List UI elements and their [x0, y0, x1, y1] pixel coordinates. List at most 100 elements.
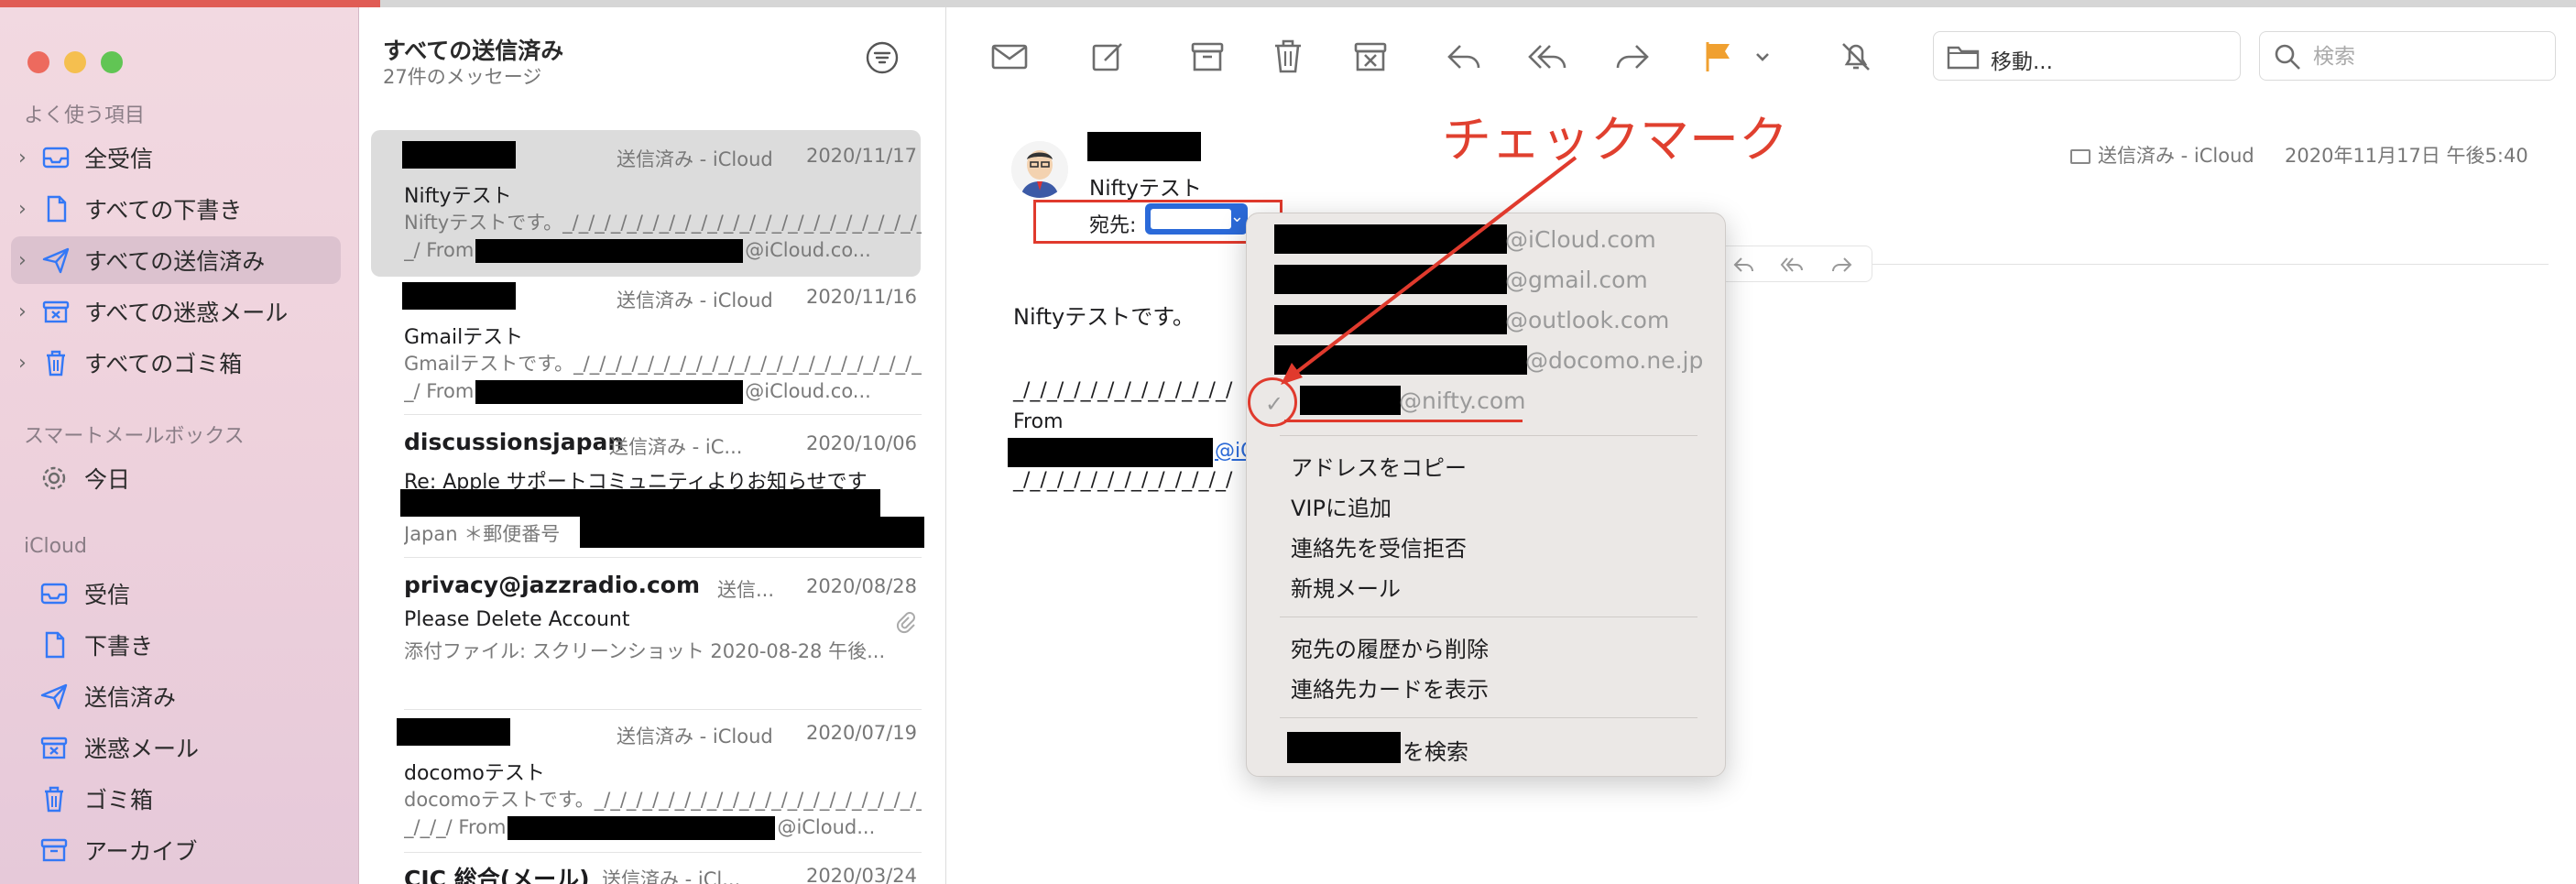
trash-icon	[38, 783, 70, 814]
get-mail-button[interactable]	[988, 35, 1031, 79]
row-divider	[404, 709, 922, 710]
message-row[interactable]: 送信済み - iCloud 2020/07/19 docomoテスト docom…	[378, 709, 928, 856]
message-preview-line2: _/ From @iCloud.co...	[404, 377, 922, 405]
message-mailbox: 送信済み - iCloud	[617, 726, 773, 748]
mail-body-signature: _/_/_/_/_/_/_/_/_/_/_/_/_/	[1013, 379, 1233, 402]
compose-button[interactable]	[1086, 35, 1130, 79]
chevron-right-icon[interactable]: ›	[18, 352, 27, 375]
menu-divider	[1280, 435, 1697, 436]
inbox-icon	[38, 578, 70, 609]
forward-button[interactable]	[1610, 35, 1654, 79]
forward-icon[interactable]	[1829, 254, 1853, 276]
junk-button[interactable]	[1348, 35, 1392, 79]
message-mailbox: 送信済み - iC...	[609, 436, 743, 458]
preview-text: _/ From	[404, 380, 475, 402]
section-favorites: よく使う項目	[24, 104, 146, 127]
redacted-address	[1287, 732, 1401, 763]
message-row[interactable]: 送信済み - iCloud 2020/11/17 Niftyテスト Niftyテ…	[371, 130, 928, 277]
redacted-address	[508, 816, 776, 840]
menu-item-new-mail[interactable]: 新規メール	[1291, 571, 1401, 603]
mail-body-from: From	[1013, 410, 1064, 433]
flag-button[interactable]	[1697, 35, 1741, 79]
preview-text-tail: @iCloud.co...	[745, 239, 871, 261]
zoom-window-button[interactable]	[101, 51, 123, 73]
reply-icon[interactable]	[1732, 254, 1756, 276]
sidebar-item-today[interactable]: 今日	[0, 454, 359, 502]
message-mailbox: 送信済み - iCloud	[617, 289, 773, 311]
menu-item-address[interactable]: @iCloud.com	[1505, 226, 1656, 253]
bell-slash-icon	[1842, 43, 1870, 71]
sidebar-item-label: 送信済み	[84, 684, 177, 711]
archive-button[interactable]	[1185, 35, 1229, 79]
message-date: 2020/08/28	[805, 575, 917, 597]
sidebar-item-all-sent[interactable]: › すべての送信済み	[0, 236, 359, 284]
message-row[interactable]: CIC 総合(メール) 送信済み - iCl... 2020/03/24	[378, 852, 928, 884]
filter-icon[interactable]	[864, 39, 901, 76]
message-preview-line2: _/ From @iCloud.co...	[404, 236, 922, 264]
sidebar-item-all-trash[interactable]: › すべてのゴミ箱	[0, 339, 359, 387]
chevron-right-icon[interactable]: ›	[18, 249, 27, 272]
redacted-address	[1274, 305, 1507, 334]
redacted-address	[475, 239, 744, 263]
reply-all-button[interactable]	[1526, 35, 1570, 79]
message-date: 2020/07/19	[805, 722, 917, 744]
menu-item-search[interactable]: を検索	[1403, 734, 1468, 766]
folder-icon	[2070, 149, 2090, 164]
mail-body-signature: _/_/_/_/_/_/_/_/_/_/_/_/_/	[1013, 469, 1233, 492]
inbox-icon	[40, 142, 71, 173]
menu-item-address[interactable]: @docomo.ne.jp	[1525, 347, 1703, 374]
inline-reply-actions	[1717, 246, 1872, 282]
mail-mailbox: 送信済み - iCloud	[2070, 141, 2254, 169]
message-date: 2020/03/24	[805, 865, 917, 884]
sidebar-item-junk[interactable]: 迷惑メール	[0, 724, 359, 771]
sidebar-item-label: 全受信	[84, 146, 154, 172]
sidebar-item-sent[interactable]: 送信済み	[0, 672, 359, 720]
sidebar-item-all-junk[interactable]: › すべての迷惑メール	[0, 288, 359, 335]
sidebar-item-archive[interactable]: アーカイブ	[0, 826, 359, 874]
menu-item-block-contact[interactable]: 連絡先を受信拒否	[1291, 530, 1467, 562]
sidebar-item-label: すべての下書き	[84, 197, 243, 224]
menu-item-copy-address[interactable]: アドレスをコピー	[1291, 450, 1467, 482]
reply-all-icon[interactable]	[1780, 254, 1804, 276]
to-label: 宛先:	[1089, 214, 1137, 237]
message-row[interactable]: 送信済み - iCloud 2020/11/16 Gmailテスト Gmailテ…	[378, 282, 928, 420]
move-to-mailbox-button[interactable]: 移動...	[1933, 31, 2241, 81]
sidebar-item-inbox[interactable]: 受信	[0, 570, 359, 617]
chevron-right-icon[interactable]: ›	[18, 198, 27, 221]
sidebar-item-all-inboxes[interactable]: › 全受信	[0, 134, 359, 181]
minimize-window-button[interactable]	[64, 51, 86, 73]
reply-icon	[1447, 45, 1480, 69]
sidebar-item-label: すべてのゴミ箱	[84, 351, 243, 377]
message-row[interactable]: discussionsjapan 送信済み - iC... 2020/10/06…	[378, 429, 928, 558]
message-row[interactable]: privacy@jazzradio.com 送信... 2020/08/28 P…	[378, 572, 928, 700]
chevron-right-icon[interactable]: ›	[18, 300, 27, 323]
search-input[interactable]	[2313, 43, 2542, 71]
message-subject: docomoテスト	[404, 762, 545, 785]
chevron-right-icon[interactable]: ›	[18, 147, 27, 169]
menu-item-address[interactable]: @outlook.com	[1505, 307, 1669, 333]
recipient-token-text	[1151, 209, 1231, 229]
menu-item-address[interactable]: @gmail.com	[1505, 267, 1648, 293]
message-mailbox: 送信済み - iCl...	[602, 868, 741, 884]
menu-item-address-selected[interactable]: @nifty.com	[1399, 387, 1526, 414]
menu-item-add-vip[interactable]: VIPに追加	[1291, 490, 1392, 522]
message-preview: Niftyテストです。_/_/_/_/_/_/_/_/_/_/_/_/_/_/_…	[404, 212, 922, 234]
trash-icon	[40, 347, 71, 378]
sidebar-item-trash[interactable]: ゴミ箱	[0, 775, 359, 823]
reading-pane: Niftyテスト 宛先: ⌄ 送信済み - iCloud 2020年11月17日…	[947, 104, 2576, 884]
message-preview: Japan ＊郵便番号	[404, 523, 561, 545]
reply-button[interactable]	[1442, 35, 1486, 79]
flag-menu-button[interactable]	[1741, 35, 1769, 79]
message-date: 2020/11/17	[805, 145, 917, 167]
delete-button[interactable]	[1266, 35, 1310, 79]
search-field[interactable]	[2259, 31, 2556, 81]
junk-icon	[40, 296, 71, 327]
close-window-button[interactable]	[27, 51, 49, 73]
recipient-token[interactable]: ⌄	[1145, 203, 1248, 235]
sidebar-item-drafts[interactable]: 下書き	[0, 621, 359, 669]
mute-button[interactable]	[1834, 35, 1878, 79]
sidebar-item-all-drafts[interactable]: › すべての下書き	[0, 185, 359, 233]
menu-item-show-contact-card[interactable]: 連絡先カードを表示	[1291, 671, 1489, 704]
menu-item-remove-from-history[interactable]: 宛先の履歴から削除	[1291, 631, 1489, 663]
redacted-address	[1274, 265, 1507, 294]
